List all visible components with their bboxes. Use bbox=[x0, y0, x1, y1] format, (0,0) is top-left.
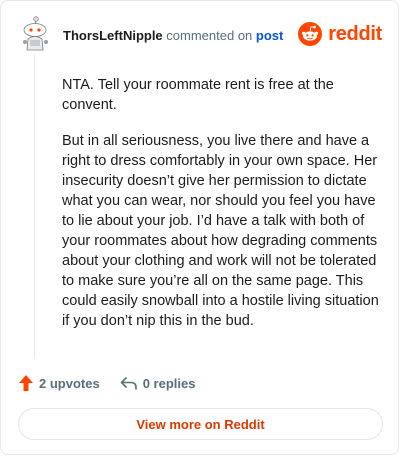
replies-button[interactable]: 0 replies bbox=[120, 375, 196, 391]
view-more-on-reddit-button[interactable]: View more on Reddit bbox=[18, 408, 383, 440]
reddit-snoo-icon bbox=[298, 22, 323, 46]
comment-body: NTA. Tell your roommate rent is free at … bbox=[62, 75, 380, 347]
reddit-comment-embed-card: ThorsLeftNipple commented on post reddit… bbox=[0, 0, 399, 455]
reddit-logo[interactable]: reddit bbox=[298, 21, 382, 47]
thread-line bbox=[34, 55, 35, 359]
snoo-avatar-icon bbox=[23, 16, 48, 51]
commented-on-text: commented on bbox=[166, 28, 253, 43]
reply-icon bbox=[120, 377, 137, 390]
avatar[interactable] bbox=[19, 15, 51, 51]
comment-paragraph: But in all seriousness, you live there a… bbox=[62, 133, 379, 329]
comment-paragraph: NTA. Tell your roommate rent is free at … bbox=[62, 77, 334, 113]
reddit-wordmark: reddit bbox=[328, 22, 382, 45]
upvote-button[interactable]: 2 upvotes bbox=[18, 374, 100, 392]
upvotes-count: 2 upvotes bbox=[39, 375, 100, 391]
username-link[interactable]: ThorsLeftNipple bbox=[63, 28, 163, 43]
comment-actions: 2 upvotes 0 replies bbox=[18, 373, 215, 393]
post-link[interactable]: post bbox=[256, 28, 283, 43]
comment-meta: ThorsLeftNipple commented on post bbox=[63, 28, 283, 43]
comment-header: ThorsLeftNipple commented on post reddit bbox=[17, 15, 382, 55]
upvote-arrow-icon bbox=[19, 375, 33, 391]
replies-count: 0 replies bbox=[142, 375, 196, 391]
